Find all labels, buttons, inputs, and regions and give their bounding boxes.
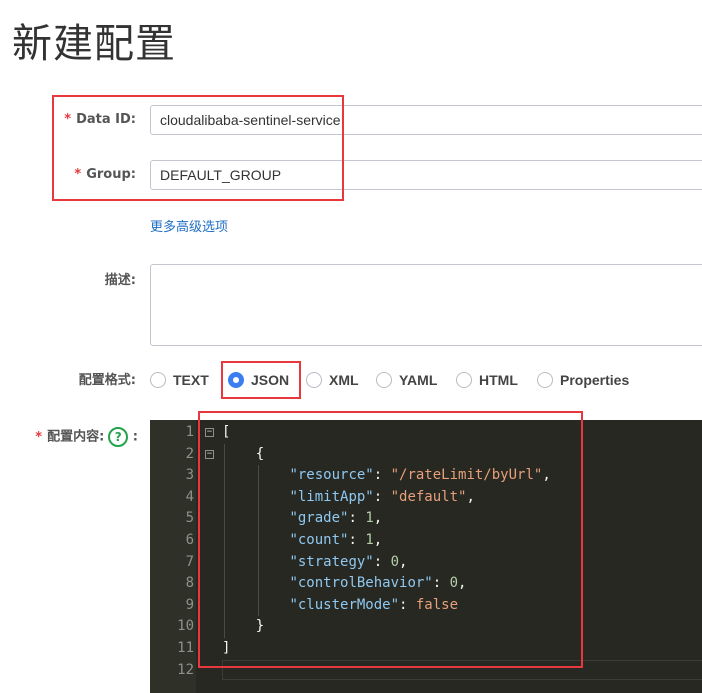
help-icon[interactable]: ? — [108, 427, 129, 447]
line-number: 3 — [185, 467, 194, 484]
radio-label: YAML — [399, 372, 438, 388]
line-number: 12 — [177, 661, 194, 678]
radio-label: TEXT — [173, 372, 209, 388]
line-number: 8 — [185, 575, 194, 592]
format-option-xml[interactable]: XML — [306, 369, 359, 391]
line-number: 5 — [185, 510, 194, 527]
radio-circle — [150, 372, 166, 388]
radio-label: Properties — [560, 372, 630, 388]
radio-label: XML — [329, 372, 359, 388]
highlight-box-id-group — [52, 95, 344, 201]
format-option-yaml[interactable]: YAML — [376, 369, 437, 391]
format-option-properties[interactable]: Properties — [537, 369, 629, 391]
format-option-text[interactable]: TEXT — [150, 369, 209, 391]
radio-circle — [537, 372, 553, 388]
description-textarea[interactable] — [150, 264, 702, 346]
line-number: 10 — [177, 618, 194, 635]
radio-circle — [456, 372, 472, 388]
required-mark: * — [35, 429, 43, 445]
line-number: 1 — [185, 424, 194, 440]
highlight-box-content — [198, 411, 583, 668]
format-option-html[interactable]: HTML — [456, 369, 518, 391]
line-number: 4 — [185, 488, 194, 505]
radio-label: HTML — [479, 372, 518, 388]
content-label: * 配置内容:? : — [0, 427, 138, 448]
advanced-options-link[interactable]: 更多高级选项 — [150, 216, 228, 235]
content-label-text: 配置内容: — [47, 429, 105, 445]
page-title: 新建配置 — [12, 21, 176, 67]
line-number: 2 — [185, 445, 194, 462]
line-number: 7 — [185, 553, 194, 570]
line-number: 9 — [185, 596, 194, 613]
radio-circle — [376, 372, 392, 388]
content-label-colon: : — [132, 429, 138, 445]
line-number: 6 — [185, 532, 194, 548]
format-label: 配置格式: — [78, 373, 136, 388]
description-label: 描述: — [104, 273, 136, 288]
line-number: 11 — [177, 640, 194, 656]
highlight-box-json — [221, 361, 301, 399]
radio-circle — [306, 372, 322, 388]
